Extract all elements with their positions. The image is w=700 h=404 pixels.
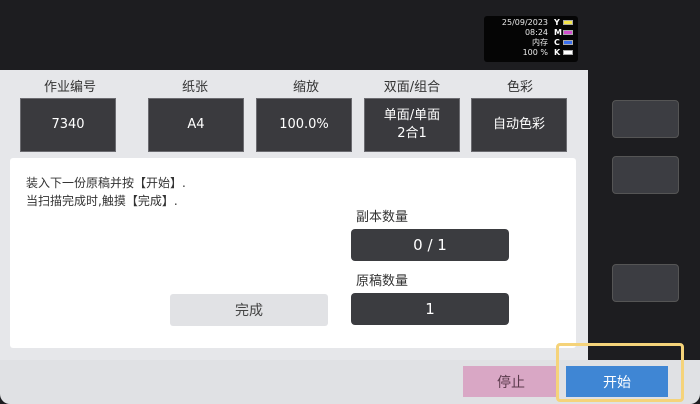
status-box: 25/09/2023 08:24 内存 100 % Y M C K [484,16,578,62]
ink-c: C [554,38,576,47]
done-button[interactable]: 完成 [170,294,328,326]
ink-magenta-icon [563,30,573,35]
start-button[interactable]: 开始 [566,366,668,397]
ink-letter: C [554,38,560,47]
ink-letter: K [554,48,561,57]
copies-label: 副本数量 [356,210,409,225]
job-number-label: 作业编号 [43,80,96,95]
color-label: 色彩 [506,80,533,95]
stop-button[interactable]: 停止 [463,366,559,397]
originals-display: 1 [351,293,509,325]
message-line-1: 装入下一份原稿并按【开始】. [26,176,186,190]
zoom-label: 缩放 [292,80,319,95]
side-button-1[interactable] [612,100,679,138]
top-bar [0,0,700,70]
status-memory-value: 100 % [522,48,548,57]
originals-value: 1 [425,300,435,318]
copies-value: 0 / 1 [413,236,447,254]
ink-cyan-icon [563,40,573,45]
ink-letter: Y [554,18,560,27]
color-button[interactable]: 自动色彩 [471,98,567,152]
message-line-2: 当扫描完成时,触摸【完成】. [26,194,178,208]
ink-black-icon [563,50,573,55]
ink-k: K [554,48,576,57]
ink-yellow-icon [563,20,573,25]
status-date: 25/09/2023 [501,18,548,27]
duplex-value-line2: 2合1 [397,126,427,141]
copies-display: 0 / 1 [351,229,509,261]
job-number-value: 7340 [51,117,85,132]
ink-y: Y [554,18,576,27]
duplex-value-line1: 单面/单面 [383,108,441,123]
status-time: 08:24 [524,28,548,37]
ink-letter: M [554,28,562,37]
zoom-button[interactable]: 100.0% [256,98,352,152]
paper-value: A4 [187,117,205,132]
zoom-value: 100.0% [279,117,329,132]
color-value: 自动色彩 [492,117,545,132]
status-memory-label: 内存 [532,38,548,47]
side-button-2[interactable] [612,156,679,194]
job-number-button[interactable]: 7340 [20,98,116,152]
paper-label: 纸张 [181,80,208,95]
originals-label: 原稿数量 [356,274,409,289]
duplex-label: 双面/组合 [383,80,441,95]
duplex-button[interactable]: 单面/单面 2合1 [364,98,460,152]
ink-m: M [554,28,576,37]
paper-button[interactable]: A4 [148,98,244,152]
side-button-3[interactable] [612,264,679,302]
